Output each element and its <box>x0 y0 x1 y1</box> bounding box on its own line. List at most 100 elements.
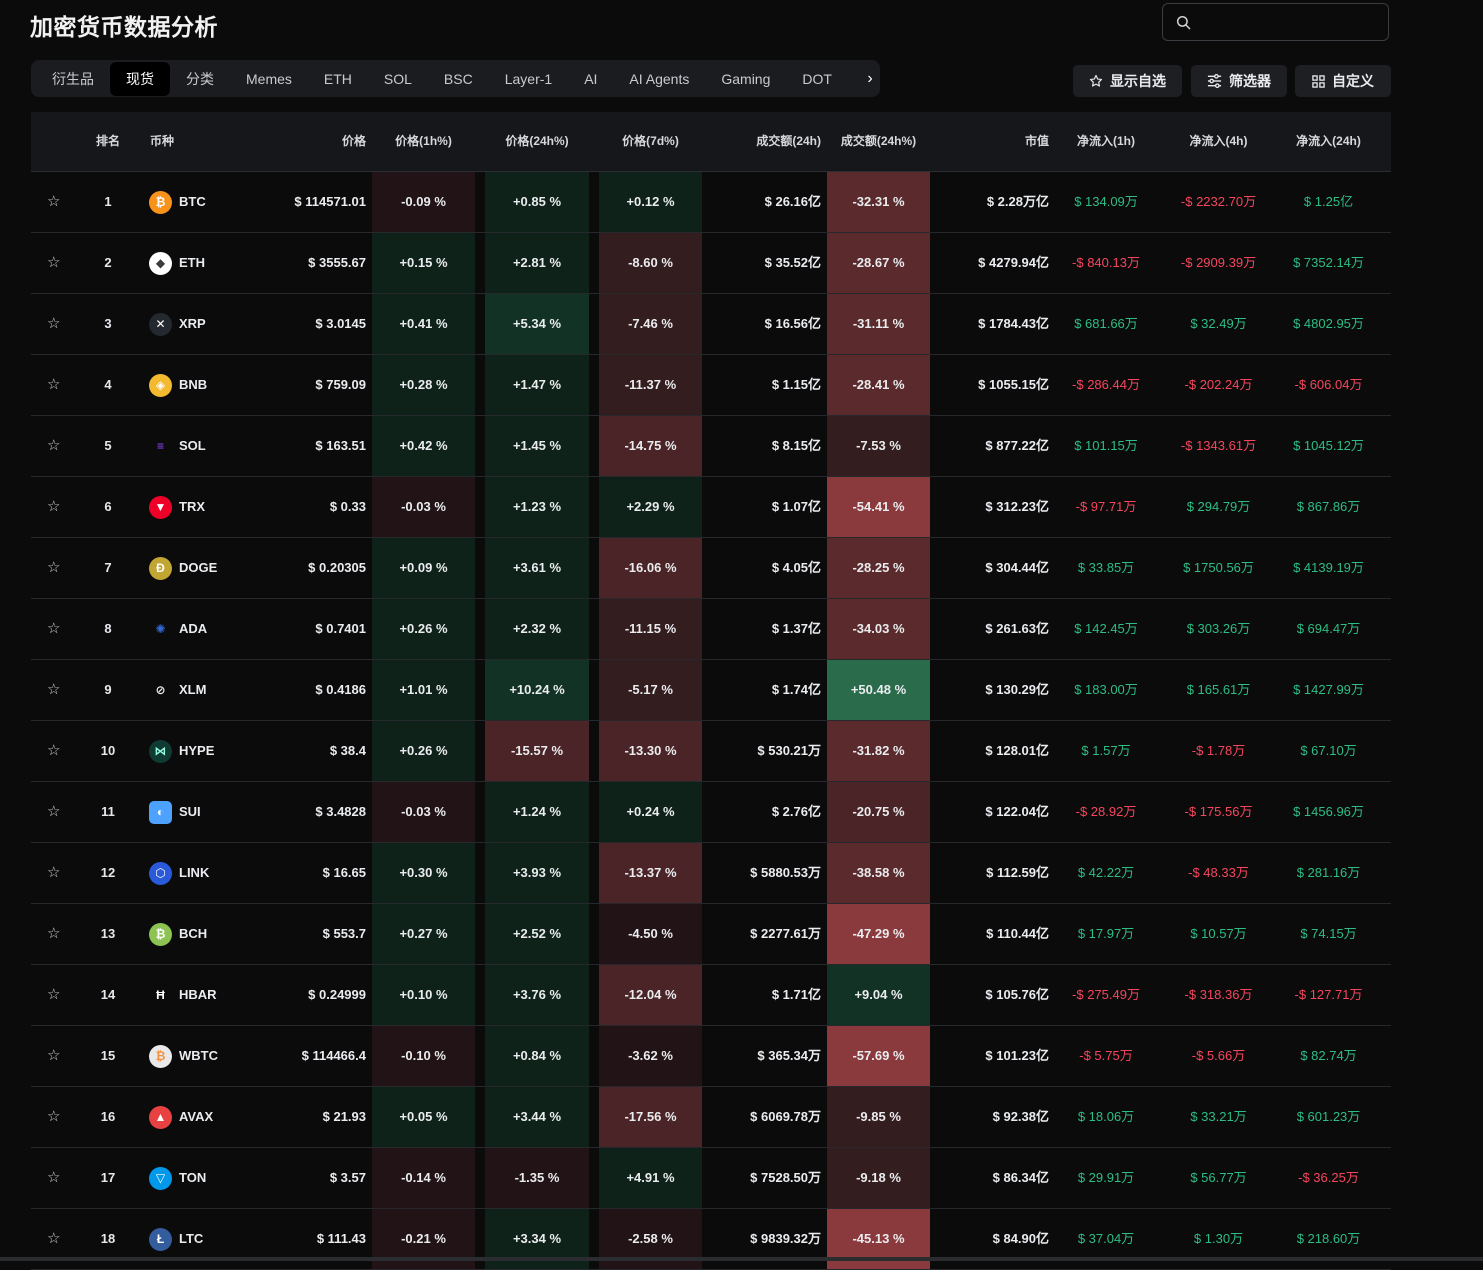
tab-0[interactable]: 衍生品 <box>36 62 110 96</box>
col-price[interactable]: 价格 <box>266 112 366 171</box>
tab-8[interactable]: AI <box>568 64 613 94</box>
favorite-star-icon[interactable]: ☆ <box>47 233 61 293</box>
favorite-star-icon[interactable]: ☆ <box>47 843 61 903</box>
coin-symbol: HYPE <box>179 743 215 758</box>
netflow-24h: -$ 127.71万 <box>1294 987 1363 1002</box>
volume-change-24h: -34.03 % <box>827 599 930 659</box>
table-row[interactable]: ☆ 7 Ð DOGE $ 0.20305 +0.09 % +3.61 % -16.06 % $ … <box>31 538 1391 599</box>
table-row[interactable]: ☆ 2 ◆ ETH $ 3555.67 +0.15 % +2.81 % -8.60 % $ 35… <box>31 233 1391 294</box>
favorite-star-icon[interactable]: ☆ <box>47 538 61 598</box>
col-price-24h[interactable]: 价格(24h%) <box>485 112 589 171</box>
price-change-7d: -17.56 % <box>599 1087 702 1147</box>
favorite-star-icon[interactable]: ☆ <box>47 355 61 415</box>
chevron-right-icon[interactable]: › <box>860 60 880 97</box>
favorite-star-icon[interactable]: ☆ <box>47 965 61 1025</box>
volume-change-24h: -32.31 % <box>827 172 930 232</box>
netflow-1h: $ 134.09万 <box>1074 194 1138 209</box>
table-row[interactable]: ☆ 15 ₿ WBTC $ 114466.4 -0.10 % +0.84 % -3.62 % $… <box>31 1026 1391 1087</box>
table-row[interactable]: ☆ 6 ▼ TRX $ 0.33 -0.03 % +1.23 % +2.29 % $ 1.07亿… <box>31 477 1391 538</box>
grid-icon <box>1312 74 1325 88</box>
tab-4[interactable]: ETH <box>308 64 368 94</box>
tab-5[interactable]: SOL <box>368 64 428 94</box>
price-change-24h: +10.24 % <box>485 660 589 720</box>
col-price-1h[interactable]: 价格(1h%) <box>372 112 475 171</box>
price-change-24h: +3.76 % <box>485 965 589 1025</box>
table-row[interactable]: ☆ 12 ⬡ LINK $ 16.65 +0.30 % +3.93 % -13.37 % $ 5… <box>31 843 1391 904</box>
tab-9[interactable]: AI Agents <box>613 64 705 94</box>
rank: 3 <box>104 316 112 331</box>
tab-1[interactable]: 现货 <box>110 61 170 96</box>
col-market-cap[interactable]: 市值 <box>931 112 1049 171</box>
price: $ 16.65 <box>322 865 366 880</box>
netflow-4h: $ 33.21万 <box>1190 1109 1247 1124</box>
netflow-24h: -$ 36.25万 <box>1298 1170 1359 1185</box>
coin-symbol: ADA <box>179 621 208 636</box>
coin-symbol: WBTC <box>179 1048 218 1063</box>
table-row[interactable]: ☆ 14 Ħ HBAR $ 0.24999 +0.10 % +3.76 % -12.04 % $… <box>31 965 1391 1026</box>
market-cap: $ 122.04亿 <box>985 804 1049 819</box>
watchlist-button[interactable]: 显示自选 <box>1073 65 1182 97</box>
table-row[interactable]: ☆ 10 ⋈ HYPE $ 38.4 +0.26 % -15.57 % -13.30 % $ 5… <box>31 721 1391 782</box>
search-input[interactable] <box>1162 3 1389 41</box>
favorite-star-icon[interactable]: ☆ <box>47 721 61 781</box>
netflow-1h: $ 142.45万 <box>1074 621 1138 636</box>
favorite-star-icon[interactable]: ☆ <box>47 294 61 354</box>
table-row[interactable]: ☆ 16 ▲ AVAX $ 21.93 +0.05 % +3.44 % -17.56 % $ 6… <box>31 1087 1391 1148</box>
netflow-1h: -$ 286.44万 <box>1072 377 1140 392</box>
rank: 16 <box>100 1109 116 1124</box>
favorite-star-icon[interactable]: ☆ <box>47 1026 61 1086</box>
favorite-star-icon[interactable]: ☆ <box>47 599 61 659</box>
favorite-star-icon[interactable]: ☆ <box>47 1087 61 1147</box>
rank: 2 <box>104 255 112 270</box>
market-cap: $ 110.44亿 <box>986 926 1049 941</box>
table-row[interactable]: ☆ 11 ◐ SUI $ 3.4828 -0.03 % +1.24 % +0.24 % $ 2.… <box>31 782 1391 843</box>
favorite-star-icon[interactable]: ☆ <box>47 782 61 842</box>
table-row[interactable]: ☆ 17 ▽ TON $ 3.57 -0.14 % -1.35 % +4.91 % $ 7528… <box>31 1148 1391 1209</box>
col-netflow-4h[interactable]: 净流入(4h) <box>1166 112 1271 171</box>
customize-button[interactable]: 自定义 <box>1295 65 1391 97</box>
tab-2[interactable]: 分类 <box>170 62 230 96</box>
horizontal-scrollbar[interactable] <box>0 1257 1483 1261</box>
netflow-1h: -$ 275.49万 <box>1072 987 1140 1002</box>
tab-7[interactable]: Layer-1 <box>489 64 568 94</box>
col-rank[interactable]: 排名 <box>96 112 120 171</box>
favorite-star-icon[interactable]: ☆ <box>47 416 61 476</box>
table-row[interactable]: ☆ 5 ≡ SOL $ 163.51 +0.42 % +1.45 % -14.75 % $ 8.… <box>31 416 1391 477</box>
price-change-1h: +0.10 % <box>372 965 475 1025</box>
col-volume[interactable]: 成交额(24h) <box>711 112 821 171</box>
table-row[interactable]: ☆ 8 ✺ ADA $ 0.7401 +0.26 % +2.32 % -11.15 % $ 1.… <box>31 599 1391 660</box>
tab-6[interactable]: BSC <box>428 64 489 94</box>
table-row[interactable]: ☆ 13 ₿ BCH $ 553.7 +0.27 % +2.52 % -4.50 % $ 227… <box>31 904 1391 965</box>
filter-button[interactable]: 筛选器 <box>1191 65 1287 97</box>
favorite-star-icon[interactable]: ☆ <box>47 477 61 537</box>
tab-11[interactable]: DOT <box>786 64 848 94</box>
price: $ 163.51 <box>315 438 366 453</box>
volume-24h: $ 530.21万 <box>757 743 821 758</box>
col-netflow-24h[interactable]: 净流入(24h) <box>1276 112 1381 171</box>
price-change-24h: +1.24 % <box>485 782 589 842</box>
favorite-star-icon[interactable]: ☆ <box>47 904 61 964</box>
price-change-1h: +0.42 % <box>372 416 475 476</box>
col-price-7d[interactable]: 价格(7d%) <box>599 112 702 171</box>
netflow-24h: $ 1045.12万 <box>1293 438 1364 453</box>
price-change-7d: +2.29 % <box>599 477 702 537</box>
col-netflow-1h[interactable]: 净流入(1h) <box>1056 112 1156 171</box>
favorite-star-icon[interactable]: ☆ <box>47 1148 61 1208</box>
favorite-star-icon[interactable]: ☆ <box>47 172 61 232</box>
favorite-star-icon[interactable]: ☆ <box>47 660 61 720</box>
col-coin[interactable]: 币种 <box>150 112 174 171</box>
volume-24h: $ 2277.61万 <box>750 926 821 941</box>
table-row[interactable]: ☆ 1 ₿ BTC $ 114571.01 -0.09 % +0.85 % +0.12 % $ … <box>31 172 1391 233</box>
col-volume-change[interactable]: 成交额(24h%) <box>827 112 930 171</box>
market-table: 排名 币种 价格 价格(1h%) 价格(24h%) 价格(7d%) 成交额(24… <box>31 112 1391 1270</box>
volume-24h: $ 365.34万 <box>757 1048 821 1063</box>
chainlink-icon: ⬡ <box>149 861 172 885</box>
table-row[interactable]: ☆ 9 ⊘ XLM $ 0.4186 +1.01 % +10.24 % -5.17 % $ 1.… <box>31 660 1391 721</box>
netflow-24h: $ 1456.96万 <box>1293 804 1364 819</box>
tab-10[interactable]: Gaming <box>705 64 786 94</box>
rank: 9 <box>104 682 112 697</box>
table-row[interactable]: ☆ 4 ◈ BNB $ 759.09 +0.28 % +1.47 % -11.37 % $ 1.… <box>31 355 1391 416</box>
price-change-7d: -16.06 % <box>599 538 702 598</box>
table-row[interactable]: ☆ 3 ✕ XRP $ 3.0145 +0.41 % +5.34 % -7.46 % $ 16.… <box>31 294 1391 355</box>
tab-3[interactable]: Memes <box>230 64 308 94</box>
